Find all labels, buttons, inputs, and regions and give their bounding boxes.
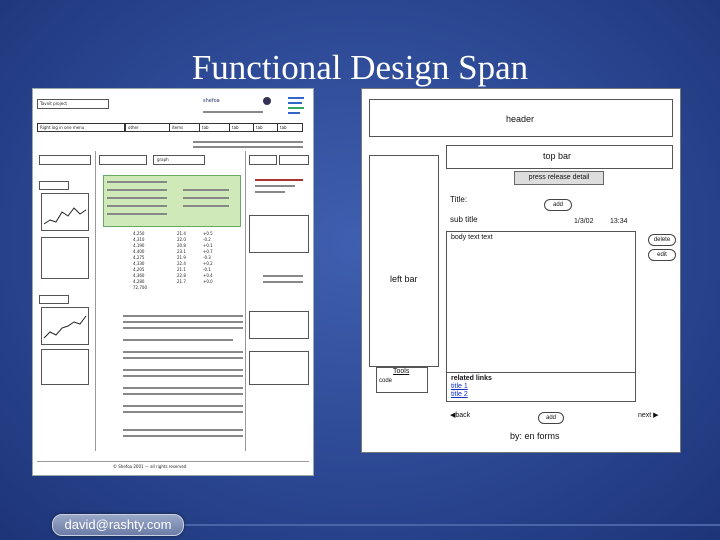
nav-tab[interactable]: other — [125, 123, 171, 132]
nav-tab[interactable]: tab — [229, 123, 255, 132]
author-email-badge: david@rashty.com — [52, 514, 184, 536]
nav-tab[interactable]: tab — [253, 123, 279, 132]
graph-line-icon — [43, 315, 87, 339]
project-title-box: Tavnit project — [37, 99, 109, 109]
mini-graph-2 — [41, 307, 89, 345]
mini-table-2 — [41, 349, 89, 385]
right-tab[interactable] — [279, 155, 309, 165]
subtitle-label: sub title — [450, 215, 478, 224]
related-link[interactable]: title 1 — [451, 383, 468, 390]
footer-rule — [180, 524, 720, 526]
brand-logo: shefoa — [203, 98, 220, 104]
next-link[interactable]: next ▶ — [638, 411, 659, 419]
body-region: body text text — [446, 231, 636, 373]
header-links — [288, 95, 306, 119]
sidebar-select[interactable] — [39, 155, 91, 165]
info-box — [249, 215, 309, 253]
mini-graph-1 — [41, 193, 89, 231]
graph-line-icon — [43, 207, 87, 225]
price-rows: 4,250 4,310 4,190 4,400 4,275 4,330 4,20… — [133, 231, 213, 290]
left-bar-region: left bar — [369, 155, 439, 367]
wireframe-page: header top bar left bar press release de… — [361, 88, 681, 453]
detailed-page-screenshot: Tavnit project shefoa Right log in one m… — [32, 88, 314, 476]
slide-title: Functional Design Span — [191, 48, 529, 87]
add-button[interactable]: add — [544, 199, 572, 211]
nav-tab[interactable]: items — [169, 123, 201, 132]
nav-tab[interactable]: Right log in one menu — [37, 123, 125, 132]
edit-button[interactable]: edit — [648, 249, 676, 261]
related-link[interactable]: title 2 — [451, 391, 468, 398]
press-release-select[interactable]: press release detail — [514, 171, 604, 185]
logo-icon — [263, 97, 271, 105]
section-box — [99, 155, 147, 165]
tools-box: Tools code — [376, 367, 428, 393]
title-label: Title: — [450, 195, 468, 204]
add-button-bottom[interactable]: add — [538, 412, 564, 424]
graph-select-2[interactable] — [39, 295, 69, 304]
back-link[interactable]: ◀back — [450, 411, 470, 419]
nav-tab[interactable]: tab — [199, 123, 231, 132]
mini-table-1 — [41, 237, 89, 279]
related-links-region: related links title 1 title 2 — [446, 373, 636, 402]
time-text: 13:34 — [610, 218, 628, 225]
date-text: 1/3/02 — [574, 218, 594, 225]
nav-tab[interactable]: tab — [277, 123, 303, 132]
right-tab[interactable] — [249, 155, 277, 165]
info-box — [249, 351, 309, 385]
project-title: Tavnit project — [40, 101, 67, 106]
wireframe-footer: by: en forms — [510, 431, 560, 441]
graph-select[interactable] — [39, 181, 69, 190]
top-bar-region: top bar — [446, 145, 673, 169]
page-footer: © Shefoa 2001 — all rights reserved — [113, 464, 187, 469]
delete-button[interactable]: delete — [648, 234, 676, 246]
info-box — [249, 311, 309, 339]
header-region: header — [369, 99, 673, 137]
